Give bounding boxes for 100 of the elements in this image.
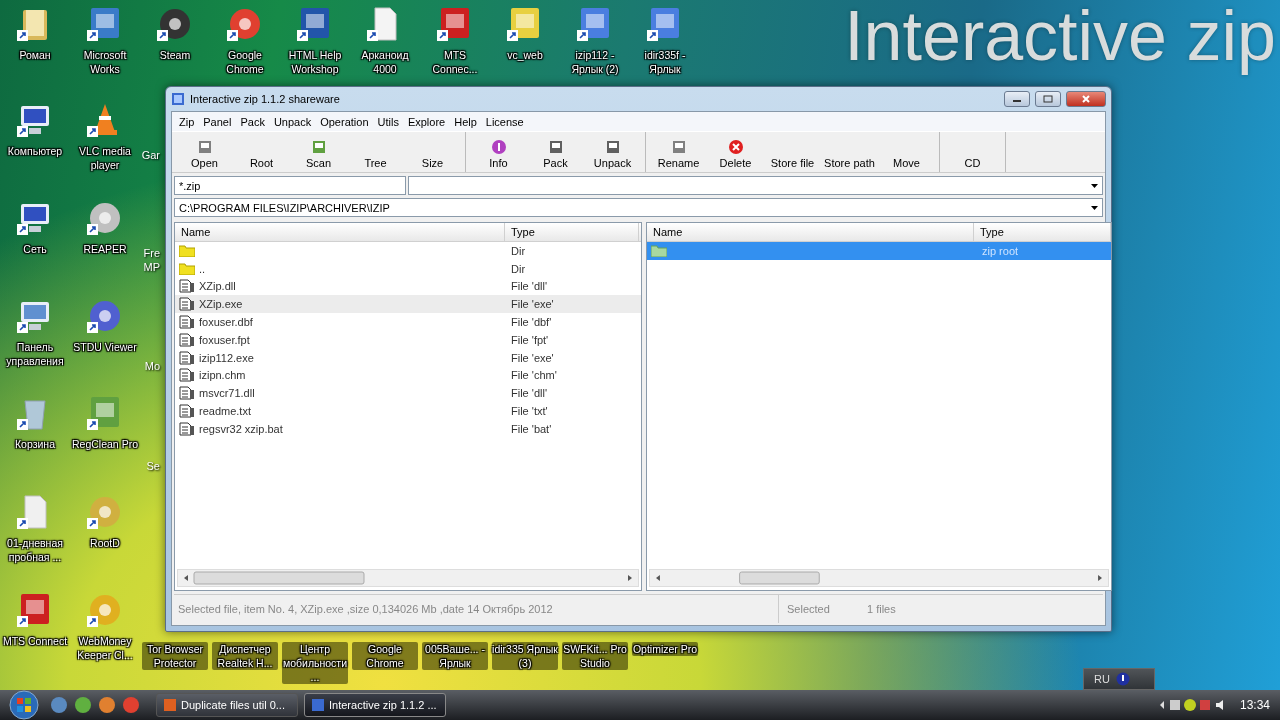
icon-label[interactable]: Центр мобильности... [282,642,348,684]
toolbar-button[interactable]: Tree [347,132,404,172]
icon-label[interactable]: Роман [2,48,68,62]
file-row[interactable]: izip112.exe File 'exe' [175,348,641,367]
file-name: foxuser.fpt [198,333,251,346]
file-row[interactable]: Dir [175,242,641,260]
toolbar-button[interactable]: Info [470,132,527,172]
file-name: msvcr71.dll [198,387,256,400]
toolbar-button[interactable]: Move [878,132,935,172]
icon-label[interactable]: Fre MP [140,246,160,274]
file-row[interactable]: foxuser.fpt File 'fpt' [175,331,641,349]
file-type: File 'chm' [510,369,557,382]
file-name: XZip.dll [198,280,237,293]
quick-launch-icon[interactable] [74,696,92,714]
column-header[interactable]: Name [647,223,974,241]
file-name: izipn.chm [198,369,247,382]
scrollbar[interactable] [649,569,1109,587]
toolbar-button[interactable]: Rename [650,132,707,172]
file-row[interactable]: regsvr32 xzip.bat File 'bat' [175,419,641,438]
menu-item[interactable]: Operation [317,115,375,128]
column-header[interactable]: Name [175,223,505,241]
file-row[interactable]: readme.txt File 'txt' [175,402,641,420]
icon-label[interactable]: 005Ваше... - Ярлык [422,642,488,670]
file-icon [179,297,195,312]
file-row[interactable]: foxuser.dbf File 'dbf' [175,313,641,331]
column-header[interactable]: Type [505,223,639,241]
toolbar-button[interactable]: Root [233,132,290,172]
icon-label[interactable]: idir335 Ярлык (3) [492,642,558,670]
minimize-button[interactable] [1004,91,1030,107]
filter-field[interactable]: *.zip [174,176,406,195]
menu-item[interactable]: Zip [176,115,201,128]
toolbar-button[interactable]: Store path [821,132,878,172]
scrollbar[interactable] [177,569,639,587]
file-row[interactable]: izipn.chm File 'chm' [175,366,641,385]
icon-label[interactable]: Google Chrome [212,48,278,76]
icon-label[interactable]: SWFKit... Pro Studio [562,642,628,670]
file-icon [179,350,195,365]
icon-label[interactable]: Диспетчер Realtek H... [212,642,278,670]
icon-label[interactable]: izip112 - Ярлык (2) [562,48,628,76]
icon-label[interactable]: Steam [142,48,208,62]
menu-item[interactable]: Pack [237,115,271,128]
quick-launch-icon[interactable] [98,696,116,714]
status-label: Selected [786,602,831,617]
icon-label[interactable]: Арканоид 4000 [352,48,418,76]
menu-item[interactable]: License [482,115,530,128]
clock: 13:34 [1239,698,1270,712]
icon-label[interactable]: Tor Browser Protector [142,642,208,670]
close-button[interactable] [1066,91,1106,107]
menu-item[interactable]: Utils [374,115,405,128]
icon-label[interactable]: MTS Connec... [422,48,488,76]
file-row[interactable]: XZip.dll File 'dll' [175,277,641,296]
file-type: File 'dbf' [510,316,552,329]
toolbar-button[interactable]: Scan [290,132,347,172]
icon-label[interactable]: Компьютер [2,144,68,158]
icon-label[interactable]: Google Chrome [352,642,418,670]
language-bar[interactable]: RU [1083,668,1155,690]
file-name: regsvr32 xzip.bat [198,422,284,435]
quick-launch-icon[interactable] [122,696,140,714]
folder-icon [651,244,667,257]
file-row[interactable]: msvcr71.dll File 'dll' [175,384,641,403]
toolbar-button[interactable]: Size [404,132,461,172]
icon-label[interactable]: idir335f - Ярлык [632,48,698,76]
file-row[interactable]: .. Dir [175,259,641,278]
icon-label[interactable]: Gar [140,148,160,162]
taskbar-button[interactable]: Interactive zip 1.1.2 ... [304,693,446,717]
archive-combo[interactable] [408,176,1103,195]
icon-label[interactable]: Сеть [2,242,68,256]
toolbar-button[interactable]: Unpack [584,132,641,172]
toolbar-button[interactable]: Pack [527,132,584,172]
column-header[interactable]: Type [974,223,1111,241]
menu-item[interactable]: Explore [404,115,452,128]
toolbar-icon [604,139,621,155]
icon-label[interactable]: Microsoft Works [72,48,138,76]
menu-item[interactable]: Unpack [270,115,318,128]
toolbar-button[interactable]: Open [176,132,233,172]
file-type: File 'bat' [510,422,552,435]
file-row[interactable]: XZip.exe File 'exe' [175,295,641,314]
menu-item[interactable]: Panel [200,115,238,128]
toolbar-button[interactable]: Store file [764,132,821,172]
file-icon [179,315,195,330]
icon-label[interactable]: REAPER [72,242,138,256]
quick-launch-icon[interactable] [50,696,68,714]
icon-label[interactable]: HTML Help Workshop [282,48,348,76]
file-icon [179,421,195,436]
maximize-button[interactable] [1035,91,1061,107]
dropdown-icon [1091,205,1098,210]
path-combo[interactable]: C:\PROGRAM FILES\IZIP\ARCHIVER\IZIP [174,198,1103,217]
toolbar-button[interactable]: CD [944,132,1001,172]
file-type: File 'fpt' [510,333,549,346]
toolbar-button[interactable]: Delete [707,132,764,172]
file-icon [179,332,195,347]
menu-item[interactable]: Help [451,115,483,128]
icon-label[interactable]: vc_web [492,48,558,62]
file-name: XZip.exe [198,298,244,311]
file-icon [179,404,195,419]
delete-icon [727,139,744,155]
file-type: Dir [510,244,526,257]
taskbar-button[interactable]: Duplicate files util 0... [156,693,298,717]
icon-label[interactable]: VLC media player [72,144,138,172]
folder-icon [179,244,195,257]
